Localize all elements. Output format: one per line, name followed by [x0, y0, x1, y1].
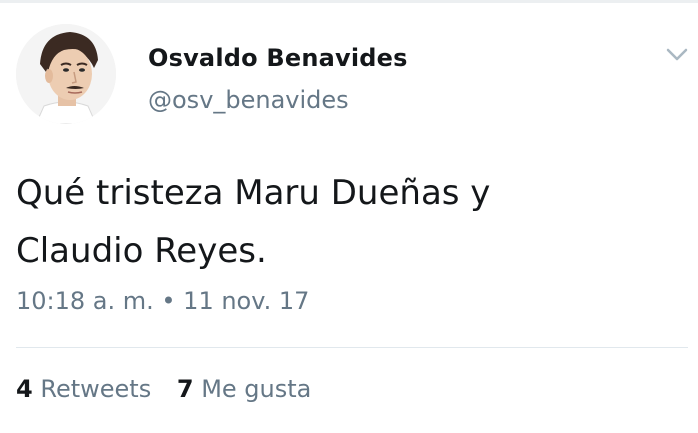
- chevron-down-icon[interactable]: [664, 44, 690, 66]
- author-display-name[interactable]: Osvaldo Benavides: [148, 44, 408, 72]
- likes-stat[interactable]: 7 Me gusta: [177, 375, 312, 403]
- retweets-label: Retweets: [40, 375, 152, 403]
- author-handle[interactable]: @osv_benavides: [148, 86, 349, 114]
- tweet-text-line: Claudio Reyes.: [16, 231, 267, 271]
- retweets-count: 4: [16, 375, 33, 403]
- tweet-stats: 4 Retweets 7 Me gusta: [16, 375, 329, 403]
- avatar-portrait: [16, 24, 116, 124]
- tweet-text: Qué tristeza Maru Dueñas y Claudio Reyes…: [16, 164, 676, 280]
- likes-label: Me gusta: [201, 375, 312, 403]
- retweets-stat[interactable]: 4 Retweets: [16, 375, 159, 403]
- likes-count: 7: [176, 375, 194, 403]
- stats-divider: [16, 347, 688, 348]
- tweet-text-line: Qué tristeza Maru Dueñas y: [16, 173, 491, 213]
- avatar[interactable]: [16, 24, 116, 124]
- tweet-timestamp[interactable]: 10:18 a. m. • 11 nov. 17: [16, 287, 309, 315]
- top-divider: [0, 0, 698, 3]
